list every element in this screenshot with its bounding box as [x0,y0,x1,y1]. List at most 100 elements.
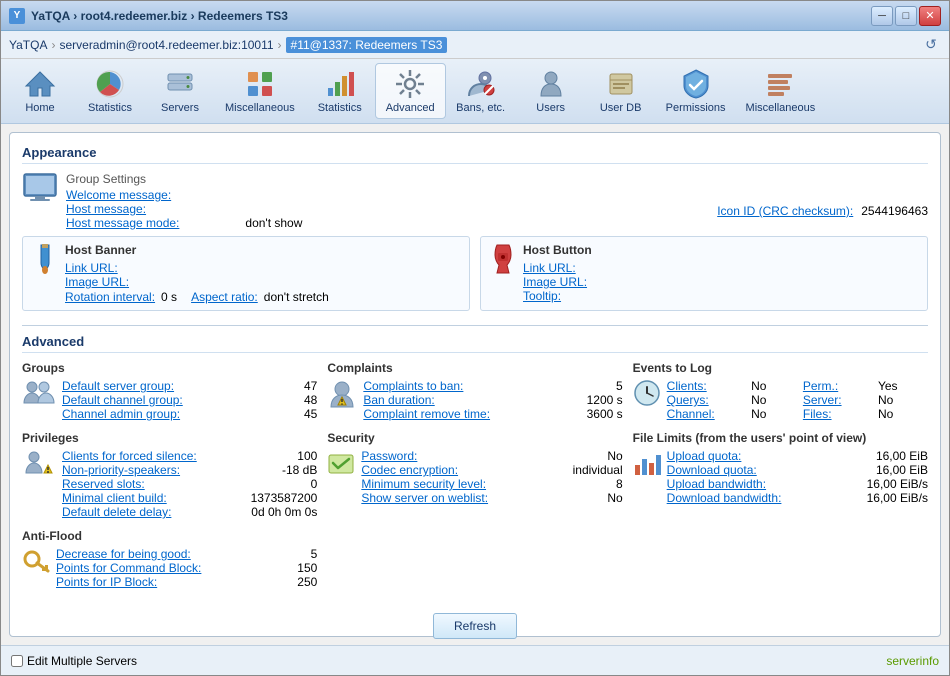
querys-log-link[interactable]: Querys: [667,393,745,407]
default-channel-group-val: 48 [262,393,317,407]
statistics2-label: Statistics [318,102,362,114]
button-image-url[interactable]: Image URL: [523,275,587,289]
host-message-link[interactable]: Host message: [66,202,146,216]
download-quota-link[interactable]: Download quota: [667,463,873,477]
groups-subsection: Groups [22,361,317,421]
app-icon: Y [9,8,25,24]
rotation-interval-link[interactable]: Rotation interval: [65,290,155,304]
banner-image-url[interactable]: Image URL: [65,275,129,289]
bottom-bar: Edit Multiple Servers serverinfo [1,645,949,675]
ban-duration-link[interactable]: Ban duration: [363,393,567,407]
host-button-box: Host Button Link URL: Image URL: Tooltip… [480,236,928,311]
clients-log-link[interactable]: Clients: [667,379,745,393]
priv-row-4: Default delete delay: 0d 0h 0m 0s [62,505,317,519]
privileges-subsection: Privileges [22,431,317,519]
toolbar-userdb[interactable]: User DB [586,64,656,118]
privileges-rows: Clients for forced silence: 100 Non-prio… [62,449,317,519]
file-row-2: Upload bandwidth: 16,00 EiB/s [667,477,928,491]
points-ip-block-link[interactable]: Points for IP Block: [56,575,262,589]
button-tooltip[interactable]: Tooltip: [523,289,561,303]
complaints-to-ban-link[interactable]: Complaints to ban: [363,379,567,393]
download-bandwidth-link[interactable]: Download bandwidth: [667,491,867,505]
security-rows: Password: No Codec encryption: individua… [361,449,622,505]
toolbar-advanced[interactable]: Advanced [375,63,446,119]
toolbar: Home Statistics Servers Miscellaneous St [1,59,949,124]
edit-multiple-checkbox[interactable] [11,655,23,667]
toolbar-users[interactable]: Users [516,64,586,118]
security-icon [327,449,355,480]
minimal-client-build-link[interactable]: Minimal client build: [62,491,251,505]
security-subsection: Security Passwo [327,431,622,505]
upload-bandwidth-val: 16,00 EiB/s [867,477,928,491]
comp-row-2: Complaint remove time: 3600 s [363,407,622,421]
banner-link-url[interactable]: Link URL: [65,261,118,275]
points-ip-block-val: 250 [262,575,317,589]
reserved-slots-link[interactable]: Reserved slots: [62,477,262,491]
host-message-mode-link[interactable]: Host message mode: [66,216,179,230]
default-server-group-link[interactable]: Default server group: [62,379,262,393]
upload-bandwidth-link[interactable]: Upload bandwidth: [667,477,867,491]
priv-row-3: Minimal client build: 1373587200 [62,491,317,505]
codec-encryption-link[interactable]: Codec encryption: [361,463,567,477]
priv-row-2: Reserved slots: 0 [62,477,317,491]
non-priority-link[interactable]: Non-priority-speakers: [62,463,262,477]
clients-forced-silence-link[interactable]: Clients for forced silence: [62,449,262,463]
points-command-block-link[interactable]: Points for Command Block: [56,561,262,575]
reserved-slots-val: 0 [262,477,317,491]
button-link-url[interactable]: Link URL: [523,261,576,275]
toolbar-misc1[interactable]: Miscellaneous [215,64,305,118]
channel-log-link[interactable]: Channel: [667,407,745,421]
download-bandwidth-val: 16,00 EiB/s [867,491,928,505]
statistics1-label: Statistics [88,102,132,114]
refresh-button[interactable]: Refresh [433,613,517,639]
privileges-title: Privileges [22,431,317,445]
min-security-level-link[interactable]: Minimum security level: [361,477,567,491]
events-grid: Clients: No Perm.: Yes Querys: No Server… [667,379,928,421]
decrease-good-link[interactable]: Decrease for being good: [56,547,262,561]
upload-quota-link[interactable]: Upload quota: [667,449,873,463]
welcome-message-link[interactable]: Welcome message: [66,188,171,202]
aspect-ratio-link[interactable]: Aspect ratio: [191,290,258,304]
anti-flood-title: Anti-Flood [22,529,317,543]
file-row-1: Download quota: 16,00 EiB [667,463,928,477]
host-banner-fields: Host Banner Link URL: Image URL: Rotatio… [65,243,329,304]
app-name: YaTQA [9,38,47,52]
file-row-0: Upload quota: 16,00 EiB [667,449,928,463]
toolbar-permissions[interactable]: Permissions [656,64,736,118]
key-icon [22,547,50,578]
default-delete-delay-val: 0d 0h 0m 0s [251,505,317,519]
default-channel-group-link[interactable]: Default channel group: [62,393,262,407]
toolbar-misc2[interactable]: Miscellaneous [736,64,826,118]
title-bar: Y YaTQA › root4.redeemer.biz › Redeemers… [1,1,949,31]
default-server-group-val: 47 [262,379,317,393]
maximize-button[interactable]: □ [895,6,917,26]
toolbar-home[interactable]: Home [5,64,75,118]
icon-id-label[interactable]: Icon ID (CRC checksum): [717,204,853,218]
default-delete-delay-link[interactable]: Default delete delay: [62,505,251,519]
misc1-icon [244,68,276,100]
toolbar-statistics2[interactable]: Statistics [305,64,375,118]
toolbar-servers[interactable]: Servers [145,64,215,118]
perm-log-link[interactable]: Perm.: [803,379,872,393]
appearance-section: Appearance Group [22,145,928,311]
channel-log-val: No [751,407,797,421]
advanced-title: Advanced [22,334,928,353]
channel-admin-group-link[interactable]: Channel admin group: [62,407,262,421]
complaint-remove-time-link[interactable]: Complaint remove time: [363,407,567,421]
clients-forced-silence-val: 100 [262,449,317,463]
toolbar-statistics1[interactable]: Statistics [75,64,145,118]
groups-title: Groups [22,361,317,375]
window-controls: ─ □ ✕ [871,6,941,26]
files-log-link[interactable]: Files: [803,407,872,421]
close-button[interactable]: ✕ [919,6,941,26]
server-log-link[interactable]: Server: [803,393,872,407]
show-weblist-val: No [568,491,623,505]
serverinfo-link[interactable]: serverinfo [886,654,939,668]
file-row-3: Download bandwidth: 16,00 EiB/s [667,491,928,505]
minimize-button[interactable]: ─ [871,6,893,26]
password-link[interactable]: Password: [361,449,567,463]
show-weblist-link[interactable]: Show server on weblist: [361,491,567,505]
points-command-block-val: 150 [262,561,317,575]
advanced-three-cols: Groups [22,361,928,599]
toolbar-bans[interactable]: Bans, etc. [446,64,516,118]
